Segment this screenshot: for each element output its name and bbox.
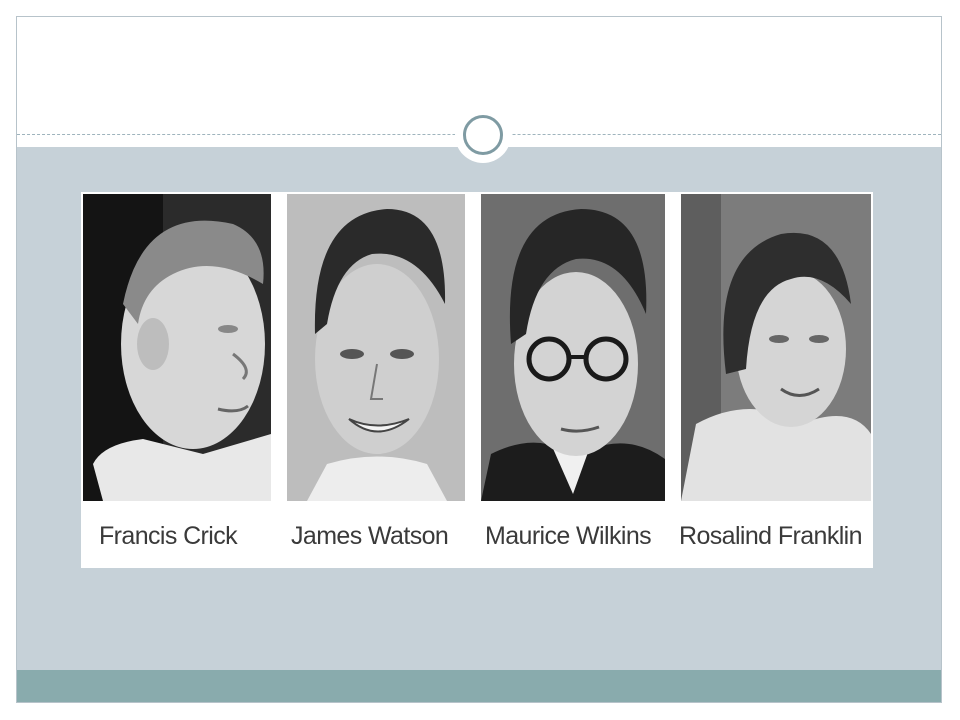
portrait-photo-icon xyxy=(481,194,665,501)
circle-ornament-icon xyxy=(455,107,511,163)
portrait-photo-icon xyxy=(83,194,271,501)
portrait-panel: Francis Crick James Watson Maurice Wilki… xyxy=(81,192,873,568)
portrait-rosalind-franklin xyxy=(681,194,871,501)
slide-footer-band xyxy=(17,670,941,702)
caption-francis-crick: Francis Crick xyxy=(99,522,238,550)
caption-rosalind-franklin: Rosalind Franklin xyxy=(679,522,863,550)
slide: Francis Crick James Watson Maurice Wilki… xyxy=(16,16,942,703)
caption-maurice-wilkins: Maurice Wilkins xyxy=(485,522,652,550)
portrait-francis-crick xyxy=(83,194,271,501)
portrait-maurice-wilkins xyxy=(481,194,665,501)
circle-ring-icon xyxy=(463,115,503,155)
portrait-james-watson xyxy=(287,194,465,501)
portrait-photo-icon xyxy=(287,194,465,501)
caption-james-watson: James Watson xyxy=(291,522,449,550)
portrait-photo-icon xyxy=(681,194,871,501)
